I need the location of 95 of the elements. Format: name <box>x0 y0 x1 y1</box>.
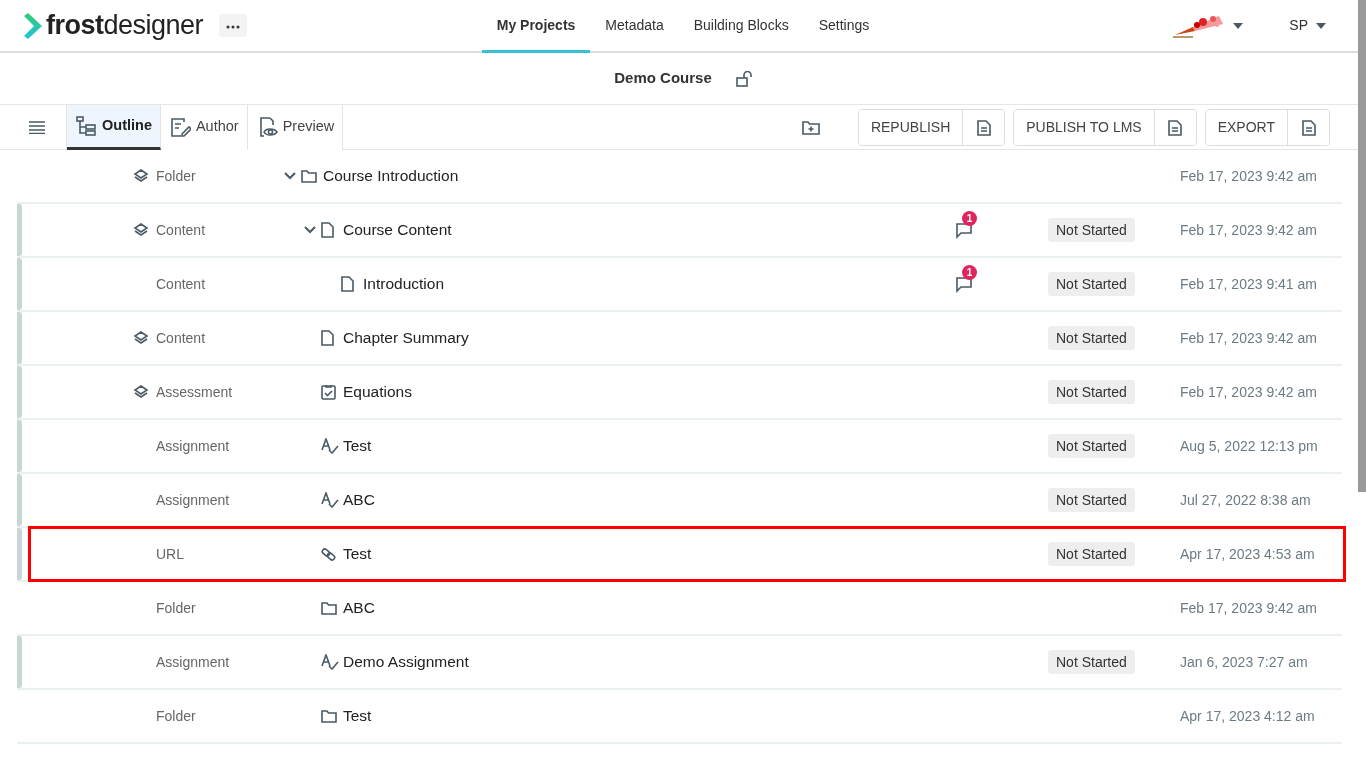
folder-icon <box>321 601 337 615</box>
comment-count: 1 <box>962 265 977 280</box>
item-title[interactable]: ABC <box>343 596 375 620</box>
row-marker <box>17 258 22 310</box>
row-marker <box>17 636 22 688</box>
item-date: Feb 17, 2023 9:41 am <box>1180 274 1318 294</box>
comment-count: 1 <box>962 211 977 226</box>
edit-document-icon <box>168 116 191 138</box>
layers-icon[interactable] <box>133 384 149 400</box>
link-icon <box>321 546 336 562</box>
nav-tab[interactable]: My Projects <box>481 0 591 53</box>
document-icon <box>341 276 354 292</box>
checklist-icon <box>321 384 336 400</box>
item-title[interactable]: Equations <box>343 380 412 404</box>
item-date: Jul 27, 2022 8:38 am <box>1180 490 1312 510</box>
view-tab[interactable]: Preview <box>247 104 344 150</box>
document-icon <box>1301 119 1316 136</box>
row-marker <box>17 312 22 364</box>
item-type: Folder <box>156 706 197 726</box>
item-title[interactable]: Introduction <box>363 272 444 296</box>
item-type: Folder <box>156 598 197 618</box>
comment-icon[interactable] <box>955 276 973 294</box>
item-date: Jan 6, 2023 7:27 am <box>1180 652 1309 672</box>
item-date: Feb 17, 2023 9:42 am <box>1180 598 1318 618</box>
status-badge: Not Started <box>1048 218 1135 242</box>
item-type: Assignment <box>156 490 231 510</box>
item-type: Content <box>156 328 207 348</box>
document-icon <box>321 222 334 238</box>
user-menu[interactable]: SP <box>1289 15 1326 36</box>
item-date: Feb 17, 2023 9:42 am <box>1180 166 1318 186</box>
layers-icon[interactable] <box>133 330 149 346</box>
item-type: Assignment <box>156 436 231 456</box>
spellcheck-icon <box>321 492 339 508</box>
item-type: Content <box>156 220 207 240</box>
item-type: URL <box>156 544 185 564</box>
document-icon <box>976 119 991 136</box>
item-date: Feb 17, 2023 9:42 am <box>1180 220 1318 240</box>
spellcheck-icon <box>321 654 339 670</box>
document-button[interactable] <box>1153 109 1196 145</box>
item-date: Apr 17, 2023 4:53 am <box>1180 544 1316 564</box>
item-type: Content <box>156 274 207 294</box>
logo-icon <box>24 12 42 39</box>
item-date: Aug 5, 2022 12:13 pm <box>1180 436 1319 456</box>
view-tab[interactable]: Author <box>160 104 248 150</box>
item-title[interactable]: Demo Assignment <box>343 650 469 674</box>
item-title[interactable]: Test <box>343 542 372 566</box>
item-title[interactable]: Course Content <box>343 218 452 242</box>
document-icon <box>1168 119 1183 136</box>
item-title[interactable]: Test <box>343 704 372 728</box>
item-type: Assignment <box>156 652 231 672</box>
row-marker <box>17 474 22 526</box>
comment-icon[interactable] <box>955 222 973 240</box>
status-badge: Not Started <box>1048 326 1135 350</box>
item-type: Assessment <box>156 382 234 402</box>
caret-icon[interactable] <box>1233 22 1244 29</box>
status-badge: Not Started <box>1048 488 1135 512</box>
item-date: Apr 17, 2023 4:12 am <box>1180 706 1316 726</box>
view-tab[interactable]: Outline <box>67 104 161 150</box>
document-button[interactable] <box>962 109 1005 145</box>
nav-tab[interactable]: Metadata <box>590 0 679 53</box>
item-title[interactable]: Chapter Summary <box>343 326 469 350</box>
course-title: Demo Course <box>614 68 712 89</box>
layers-icon[interactable] <box>133 168 149 184</box>
add-folder-icon[interactable] <box>801 120 820 136</box>
nav-tab[interactable]: Settings <box>803 0 885 53</box>
folder-icon <box>301 169 317 183</box>
item-date: Feb 17, 2023 9:42 am <box>1180 382 1318 402</box>
document-button[interactable] <box>1287 109 1329 145</box>
folder-icon <box>321 709 337 723</box>
spellcheck-icon <box>321 438 339 454</box>
status-badge: Not Started <box>1048 272 1135 296</box>
document-icon <box>321 330 334 346</box>
item-title[interactable]: ABC <box>343 488 375 512</box>
caret-icon <box>1316 22 1326 29</box>
status-badge: Not Started <box>1048 380 1135 404</box>
unlock-icon[interactable] <box>735 70 752 87</box>
chevron-icon[interactable] <box>284 172 296 180</box>
row-marker <box>17 366 22 418</box>
nav-tab[interactable]: Building Blocks <box>678 0 804 53</box>
status-badge: Not Started <box>1048 542 1135 566</box>
item-title[interactable]: Course Introduction <box>323 164 459 188</box>
row-marker <box>17 528 22 580</box>
item-type: Folder <box>156 166 197 186</box>
item-title[interactable]: Test <box>343 434 372 458</box>
chevron-icon[interactable] <box>304 226 316 234</box>
row-marker <box>17 420 22 472</box>
tree-icon <box>75 114 97 137</box>
row-marker <box>17 204 22 256</box>
item-date: Feb 17, 2023 9:42 am <box>1180 328 1318 348</box>
status-badge: Not Started <box>1048 650 1135 674</box>
status-badge: Not Started <box>1048 434 1135 458</box>
layers-icon[interactable] <box>133 222 149 238</box>
logo-text[interactable]: frostdesigner <box>46 12 204 39</box>
more-icon <box>226 24 241 29</box>
scrollbar-thumb[interactable] <box>1358 0 1366 492</box>
